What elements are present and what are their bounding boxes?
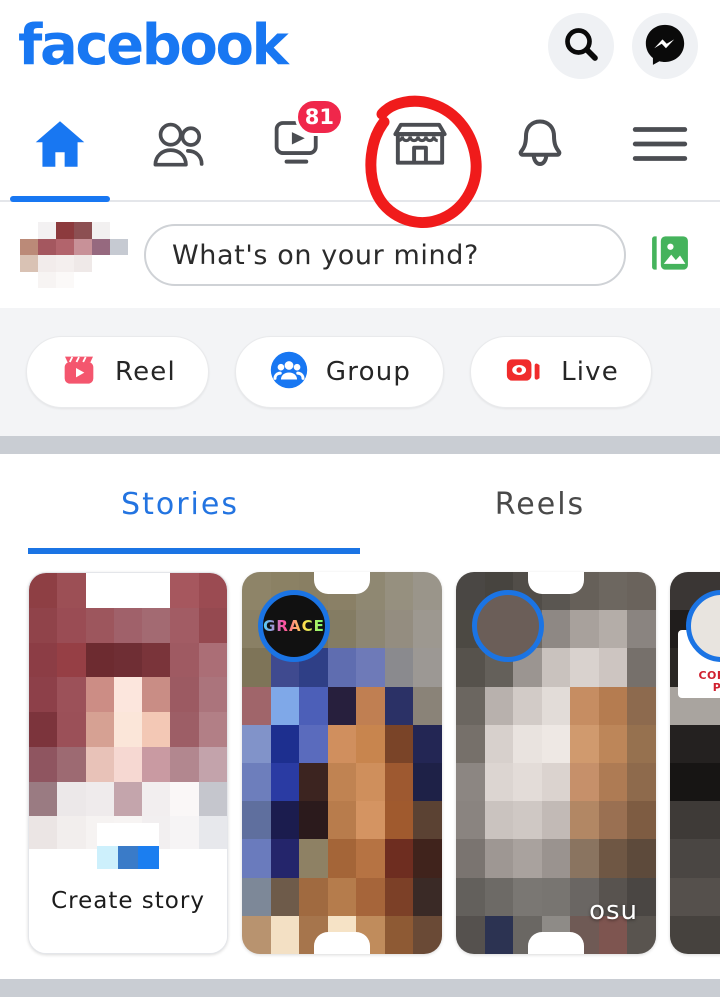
pixelated-image: [29, 573, 227, 851]
chip-reel-label: Reel: [115, 357, 176, 387]
main-navigation: 81: [0, 92, 720, 202]
section-divider: [0, 436, 720, 454]
messenger-icon: [642, 21, 688, 71]
avatar-pixelated: [20, 222, 128, 288]
search-button[interactable]: [548, 13, 614, 79]
nav-item-video[interactable]: 81: [240, 92, 360, 200]
post-composer: What's on your mind?: [0, 202, 720, 308]
story-notch-bottom: [314, 932, 370, 954]
hamburger-menu-icon: [629, 120, 691, 172]
story-card-partial[interactable]: CORD P: [670, 572, 720, 954]
marketplace-store-icon: [388, 112, 452, 180]
reel-clapperboard-icon: [59, 350, 99, 394]
nav-item-marketplace[interactable]: [360, 92, 480, 200]
tab-stories[interactable]: Stories: [0, 454, 360, 554]
media-tabs: Stories Reels: [0, 454, 720, 554]
group-people-icon: [268, 349, 310, 395]
story-card-grace[interactable]: GRACE: [242, 572, 442, 954]
tab-reels[interactable]: Reels: [360, 454, 720, 554]
chip-group-label: Group: [325, 357, 412, 387]
story-notch-bottom: [528, 932, 584, 954]
story-notch: [314, 572, 370, 594]
search-icon: [561, 24, 601, 68]
messenger-button[interactable]: [632, 13, 698, 79]
friends-icon: [148, 112, 212, 180]
story-author-avatar[interactable]: GRACE: [258, 590, 330, 662]
video-badge-count: 81: [294, 98, 344, 136]
live-video-icon: [503, 350, 545, 394]
create-story-label: Create story: [51, 888, 205, 914]
home-icon: [29, 113, 91, 179]
story-card-osu[interactable]: osu: [456, 572, 656, 954]
facebook-mobile-app: facebook 81 What's on your mind? Reel Gr…: [0, 0, 720, 997]
photo-gallery-icon: [645, 228, 695, 282]
nav-item-menu[interactable]: [600, 92, 720, 200]
story-caption: osu: [589, 896, 638, 926]
composer-input[interactable]: What's on your mind?: [144, 224, 626, 286]
print-line-2: P: [712, 680, 720, 694]
nav-item-friends[interactable]: [120, 92, 240, 200]
nav-item-notifications[interactable]: [480, 92, 600, 200]
create-story-plus-button[interactable]: [97, 823, 159, 869]
story-notch: [528, 572, 584, 594]
stories-carousel: Create story GRACE osu CO P: [0, 554, 720, 969]
story-author-avatar[interactable]: [472, 590, 544, 662]
bottom-divider: [0, 979, 720, 997]
chip-live[interactable]: Live: [470, 336, 652, 408]
chip-group[interactable]: Group: [234, 336, 445, 408]
header-actions: [548, 13, 698, 79]
chip-reel[interactable]: Reel: [26, 336, 209, 408]
nav-item-home[interactable]: [0, 92, 120, 202]
chip-live-label: Live: [561, 357, 619, 387]
bell-icon: [510, 114, 570, 178]
avatar[interactable]: [20, 222, 128, 288]
story-avatar-text: GRACE: [263, 617, 325, 635]
photo-button[interactable]: [642, 228, 698, 282]
composer-placeholder: What's on your mind?: [172, 239, 479, 271]
facebook-logo[interactable]: facebook: [18, 18, 289, 74]
stories-row: Create story GRACE osu CO P: [0, 572, 720, 969]
create-story-photo: [29, 573, 227, 851]
story-card-create[interactable]: Create story: [28, 572, 228, 954]
quick-action-chips: Reel Group Live: [0, 308, 720, 436]
app-header: facebook: [0, 0, 720, 92]
